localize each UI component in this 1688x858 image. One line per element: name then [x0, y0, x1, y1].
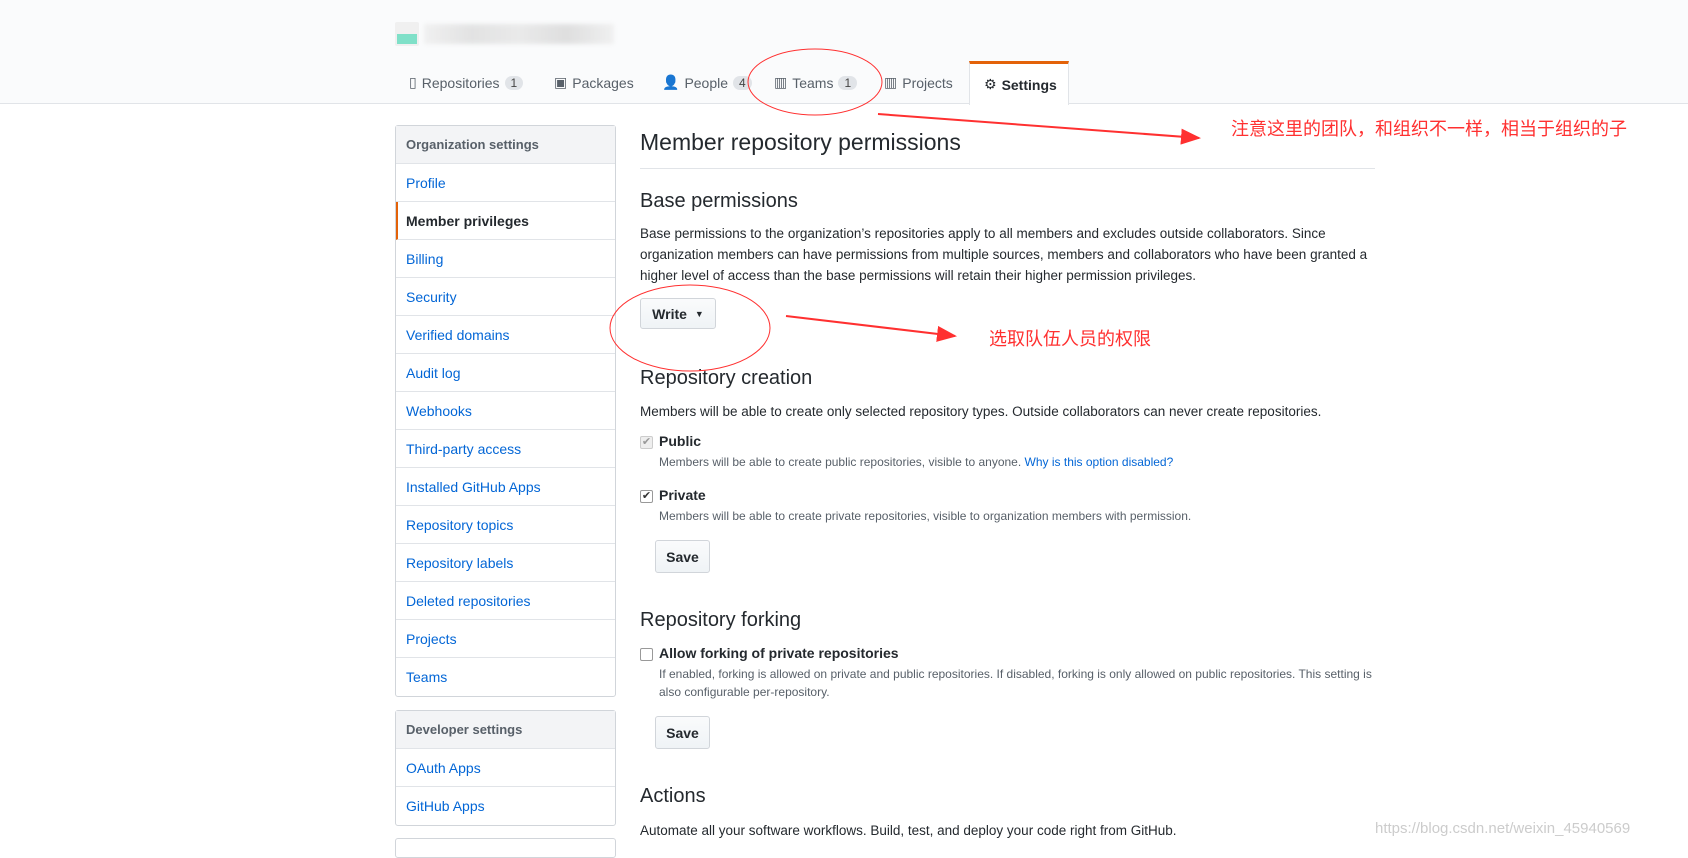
teams-annotation: 注意这里的团队，和组织不一样，相当于组织的子: [1231, 119, 1627, 139]
org-name-blurred: [424, 24, 614, 44]
tab-packages[interactable]: ▣ Packages: [540, 61, 648, 104]
actions-heading: Actions: [640, 785, 706, 807]
public-label: Public: [659, 433, 702, 449]
sidebar-item-member-privileges[interactable]: Member privileges: [396, 202, 615, 240]
org-settings-menu: Organization settings Profile Member priv…: [395, 125, 616, 697]
save-creation-button[interactable]: Save: [655, 540, 710, 573]
private-checkbox[interactable]: ✔: [640, 490, 653, 503]
sidebar-item-github-apps[interactable]: GitHub Apps: [396, 787, 615, 825]
allow-forking-checkbox[interactable]: [640, 648, 653, 661]
sidebar-item-repository-topics[interactable]: Repository topics: [396, 506, 615, 544]
tab-settings[interactable]: ⚙ Settings: [969, 61, 1069, 105]
teams-count: 1: [838, 75, 858, 90]
tab-people[interactable]: 👤 People 4: [648, 61, 766, 104]
write-arrow: [785, 315, 957, 342]
people-count: 4: [733, 75, 752, 90]
developer-settings-title: Developer settings: [396, 711, 615, 749]
sidebar-item-audit-log[interactable]: Audit log: [396, 354, 615, 392]
tab-teams[interactable]: ▥ Teams 1: [760, 61, 871, 104]
allow-forking-label: Allow forking of private repositories: [659, 645, 899, 661]
private-note: Members will be able to create private r…: [659, 509, 1192, 523]
write-annotation: 选取队伍人员的权限: [989, 329, 1151, 349]
actions-desc: Automate all your software workflows. Bu…: [640, 823, 1177, 838]
person-icon: 👤: [662, 74, 680, 90]
base-permissions-heading: Base permissions: [640, 190, 798, 212]
base-permission-dropdown[interactable]: Write ▼: [640, 298, 716, 329]
org-settings-title: Organization settings: [396, 126, 615, 164]
sidebar-item-third-party-access[interactable]: Third-party access: [396, 430, 615, 468]
sidebar-item-profile[interactable]: Profile: [396, 164, 615, 202]
project-icon: ▥: [884, 74, 898, 90]
repositories-count: 1: [504, 75, 524, 90]
tab-projects[interactable]: ▥ Projects: [870, 61, 967, 104]
page-title: Member repository permissions: [640, 129, 961, 155]
sidebar-item-projects[interactable]: Projects: [396, 620, 615, 658]
org-avatar[interactable]: [395, 22, 419, 46]
gear-icon: ⚙: [984, 76, 997, 92]
sidebar-item-oauth-apps[interactable]: OAuth Apps: [396, 749, 615, 787]
sidebar-item-deleted-repositories[interactable]: Deleted repositories: [396, 582, 615, 620]
allow-forking-note: If enabled, forking is allowed on privat…: [659, 667, 1372, 699]
org-header: ▯ Repositories 1 ▣ Packages 👤 People 4 ▥ Teams…: [0, 0, 1688, 105]
repository-forking-heading: Repository forking: [640, 609, 802, 631]
watermark: https://blog.csdn.net/weixin_45940569: [1375, 820, 1631, 837]
sidebar-item-billing[interactable]: Billing: [396, 240, 615, 278]
private-label: Private: [659, 487, 706, 503]
why-disabled-link[interactable]: Why is this option disabled?: [1025, 455, 1174, 469]
caret-down-icon: ▼: [694, 308, 704, 319]
tab-repositories[interactable]: ▯ Repositories 1: [395, 61, 537, 104]
sidebar-item-security[interactable]: Security: [396, 278, 615, 316]
base-permissions-desc: Base permissions to the organization’s r…: [640, 226, 1368, 283]
save-forking-button[interactable]: Save: [655, 716, 710, 749]
repository-creation-heading: Repository creation: [640, 367, 813, 389]
sidebar-item-verified-domains[interactable]: Verified domains: [396, 316, 615, 354]
repository-creation-desc: Members will be able to create only sele…: [640, 404, 1322, 419]
developer-settings-menu: Developer settings OAuth Apps GitHub App…: [395, 710, 616, 826]
package-icon: ▣: [554, 74, 568, 90]
divider: [640, 168, 1375, 169]
sidebar-item-installed-github-apps[interactable]: Installed GitHub Apps: [396, 468, 615, 506]
sidebar-next-box: [395, 838, 616, 858]
public-note: Members will be able to create public re…: [659, 455, 1174, 469]
sidebar-item-teams[interactable]: Teams: [396, 658, 615, 696]
public-checkbox[interactable]: ✔: [640, 436, 653, 449]
sidebar-item-repository-labels[interactable]: Repository labels: [396, 544, 615, 582]
repo-icon: ▯: [409, 74, 417, 90]
sidebar-item-webhooks[interactable]: Webhooks: [396, 392, 615, 430]
jersey-icon: ▥: [774, 74, 788, 90]
